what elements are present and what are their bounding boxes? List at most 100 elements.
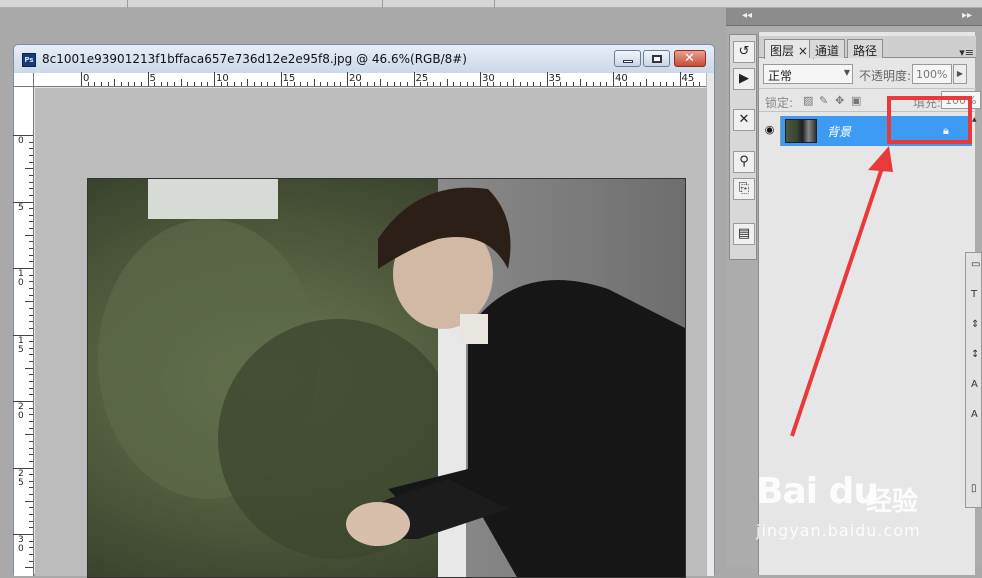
ruler-tick: [29, 254, 33, 256]
tab-layers[interactable]: 图层 ×: [764, 39, 814, 59]
ruler-tick: [29, 287, 33, 289]
ruler-tick: [29, 527, 33, 529]
ruler-tick: [29, 361, 33, 363]
tool-presets-icon[interactable]: ✕: [733, 109, 755, 131]
panel-tab-icon[interactable]: ▭: [971, 259, 980, 270]
ruler-tick: [373, 82, 375, 86]
opacity-field[interactable]: 100%: [912, 64, 952, 84]
ruler-tick: [13, 268, 33, 269]
ruler-label: 2 5: [18, 468, 24, 488]
ruler-tick: [29, 374, 33, 376]
tab-paths[interactable]: 路径: [847, 39, 884, 58]
horizontal-ruler[interactable]: 0 5 10 15 20 25 30 35 40 45: [34, 72, 706, 87]
vertical-scrollbar[interactable]: [706, 73, 714, 576]
blend-mode-value: 正常: [768, 69, 793, 83]
lock-image-pixels-icon[interactable]: ✎: [819, 94, 828, 107]
blend-mode-select[interactable]: 正常 ▼: [763, 64, 853, 84]
ruler-tick: [29, 420, 33, 422]
ruler-tick: [29, 514, 33, 516]
ruler-tick: [566, 82, 568, 86]
document-image[interactable]: [87, 178, 686, 578]
blend-opacity-row: 正常 ▼ 不透明度: 100% ▶: [763, 64, 973, 86]
ruler-tick: [13, 334, 33, 336]
ruler-tick: [29, 347, 33, 349]
ruler-tick: [626, 82, 628, 86]
maximize-button[interactable]: [643, 50, 670, 67]
layer-thumbnail: [785, 119, 817, 143]
ruler-tick: [287, 82, 289, 86]
ruler-tick: [573, 82, 575, 86]
ruler-tick: [692, 82, 694, 86]
ruler-tick: [29, 354, 33, 356]
ruler-tick: [220, 82, 222, 86]
tab-label: 图层: [770, 44, 795, 58]
ruler-tick: [29, 188, 33, 190]
brushes-icon[interactable]: ⚲: [733, 151, 755, 173]
ruler-tick: [25, 367, 33, 369]
ruler-tick: [699, 82, 701, 86]
close-button[interactable]: ✕: [674, 50, 706, 67]
close-tab-icon[interactable]: ×: [798, 44, 808, 58]
document-window[interactable]: Ps 8c1001e93901213f1bffaca657e736d12e2e9…: [13, 44, 715, 578]
lock-all-icon[interactable]: ▣: [851, 94, 861, 107]
char-style-icon[interactable]: T: [971, 289, 977, 300]
ruler-tick: [413, 72, 415, 86]
document-title-bar[interactable]: Ps 8c1001e93901213f1bffaca657e736d12e2e9…: [14, 45, 714, 73]
vertical-ruler[interactable]: 0 5 1 0 1 5 2 0 2 5 3 0: [13, 87, 34, 576]
dock-header[interactable]: ◂◂ ▸▸: [726, 8, 982, 26]
ruler-tick: [29, 314, 33, 316]
ruler-tick: [114, 79, 116, 86]
ruler-tick: [579, 79, 581, 86]
lock-position-icon[interactable]: ✥: [835, 94, 844, 107]
top-bar-divider: [494, 0, 495, 8]
ruler-tick: [293, 82, 295, 86]
ruler-tick: [200, 82, 202, 86]
ruler-tick: [333, 82, 335, 86]
ruler-tick: [134, 82, 136, 86]
ruler-tick: [29, 174, 33, 176]
ruler-tick: [433, 82, 435, 86]
eye-icon[interactable]: ◉: [759, 116, 781, 146]
opacity-slider-button[interactable]: ▶: [953, 64, 967, 84]
history-icon[interactable]: ↺: [733, 41, 755, 63]
expand-dock-icon[interactable]: ▸▸: [962, 10, 972, 21]
ruler-tick: [453, 82, 455, 86]
ruler-tick: [29, 248, 33, 250]
ruler-tick: [154, 82, 156, 86]
ruler-tick: [120, 82, 122, 86]
info-panel-icon[interactable]: ▤: [733, 223, 755, 245]
ruler-tick: [307, 82, 309, 86]
leading-icon[interactable]: ↕: [971, 349, 979, 360]
tab-channels[interactable]: 通道: [809, 39, 846, 58]
ruler-tick: [29, 307, 33, 309]
ruler-tick: [666, 82, 668, 86]
ruler-origin[interactable]: [14, 73, 34, 87]
ruler-tick: [29, 274, 33, 276]
tracking-icon[interactable]: A: [971, 379, 978, 390]
ruler-tick: [473, 82, 475, 86]
ruler-tick: [406, 82, 408, 86]
panel-menu-icon[interactable]: ▾≡: [959, 46, 974, 59]
actions-play-icon[interactable]: ▶: [733, 68, 755, 90]
ruler-tick: [29, 407, 33, 409]
ruler-tick: [679, 72, 681, 86]
canvas-area[interactable]: [35, 88, 706, 578]
ruler-tick: [446, 79, 448, 86]
ruler-tick: [29, 221, 33, 223]
ruler-tick: [140, 82, 142, 86]
lock-transparency-icon[interactable]: ▨: [803, 94, 813, 107]
text-size-icon[interactable]: ⇕: [971, 319, 979, 330]
clone-source-icon[interactable]: ⎘: [733, 178, 755, 200]
kerning-icon[interactable]: A: [971, 409, 978, 420]
ruler-tick: [29, 214, 33, 216]
watermark-brand-cn: 经验: [866, 487, 919, 517]
ruler-tick: [107, 82, 109, 86]
scroll-up-icon[interactable]: ▲: [972, 116, 977, 126]
ruler-tick: [29, 487, 33, 489]
minimize-button[interactable]: [614, 50, 641, 67]
top-bar-divider: [382, 0, 383, 8]
ruler-tick: [466, 82, 468, 86]
collapse-dock-icon[interactable]: ◂◂: [742, 10, 752, 21]
ruler-tick: [599, 82, 601, 86]
ruler-tick: [533, 82, 535, 86]
